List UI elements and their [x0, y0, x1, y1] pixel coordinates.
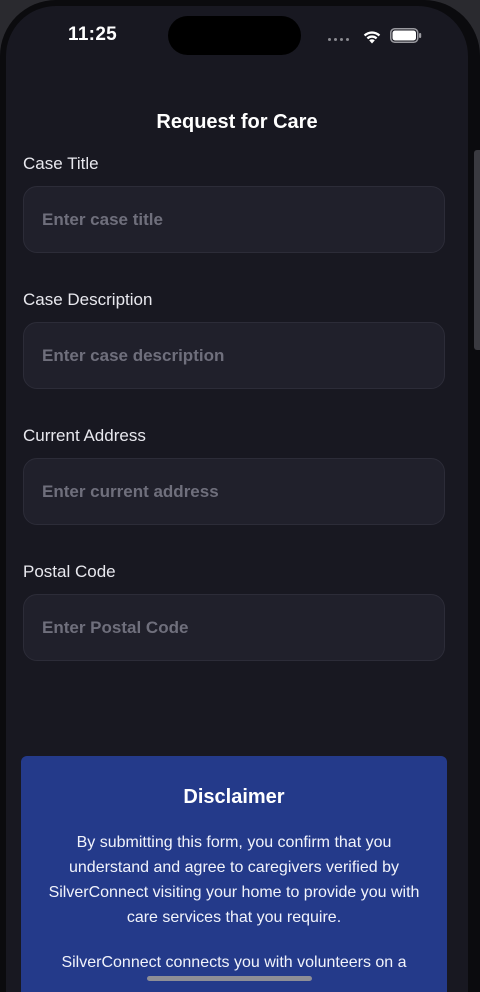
app-screen: 11:25 Request for Care Case Title Case D…: [6, 6, 468, 992]
status-bar: 11:25: [6, 6, 468, 76]
case-description-label: Case Description: [23, 290, 153, 309]
battery-icon: [390, 28, 422, 43]
postal-code-label: Postal Code: [23, 562, 116, 581]
case-description-input[interactable]: [23, 322, 445, 389]
cellular-signal-icon: [328, 38, 349, 41]
case-title-label: Case Title: [23, 154, 99, 173]
wifi-icon: [363, 31, 381, 44]
current-address-input[interactable]: [23, 458, 445, 525]
home-indicator[interactable]: [147, 976, 312, 981]
page-title: Request for Care: [156, 111, 318, 133]
postal-code-input[interactable]: [23, 594, 445, 661]
status-time: 11:25: [68, 24, 118, 45]
phone-frame: 11:25 Request for Care Case Title Case D…: [0, 0, 480, 992]
disclaimer-body: By submitting this form, you confirm tha…: [48, 834, 420, 926]
side-button: [474, 150, 480, 350]
current-address-label: Current Address: [23, 426, 146, 445]
dynamic-island: [168, 16, 301, 55]
case-title-input[interactable]: [23, 186, 445, 253]
disclaimer-continued-text: SilverConnect connects you with voluntee…: [61, 954, 407, 971]
disclaimer-title: Disclaimer: [183, 786, 285, 808]
disclaimer-card: Disclaimer By submitting this form, you …: [21, 756, 447, 992]
